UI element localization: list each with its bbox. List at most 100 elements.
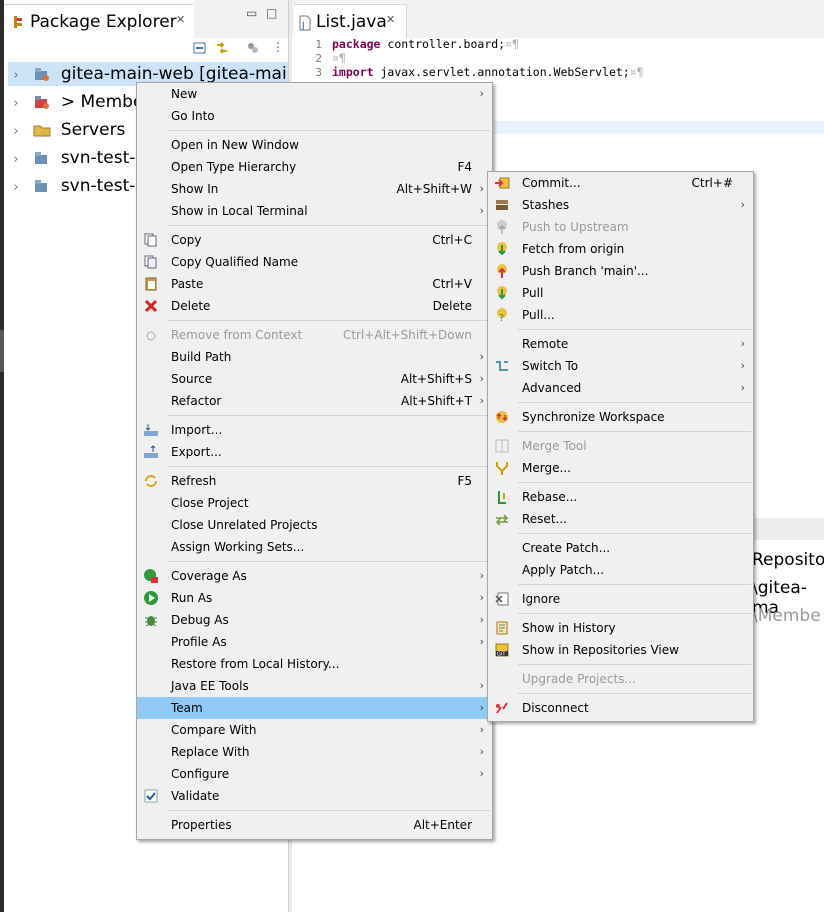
menu-item-validate[interactable]: Validate [137, 785, 492, 807]
tree-item-servers[interactable]: › Servers [8, 118, 125, 142]
maximize-icon[interactable]: □ [266, 6, 277, 20]
menu-item-rebase[interactable]: Rebase... [488, 486, 753, 508]
menu-item-refactor[interactable]: Refactor Alt+Shift+T › [137, 390, 492, 412]
menu-item-merge-tool[interactable]: Merge Tool [488, 435, 753, 457]
pull-dialog-icon: ? [497, 308, 507, 323]
chevron-right-icon[interactable]: › [8, 148, 24, 172]
menu-item-copy-qualified-name[interactable]: Copy Qualified Name [137, 251, 492, 273]
menu-label: Team [171, 701, 203, 715]
menu-item-fetch-origin[interactable]: Fetch from origin [488, 238, 753, 260]
menu-item-assign-working-sets[interactable]: Assign Working Sets... [137, 536, 492, 558]
menu-item-show-local-terminal[interactable]: Show in Local Terminal › [137, 200, 492, 222]
menu-item-pull-dialog[interactable]: ? Pull... [488, 304, 753, 326]
menu-item-create-patch[interactable]: Create Patch... [488, 537, 753, 559]
menu-item-configure[interactable]: Configure › [137, 763, 492, 785]
tree-item-svn-test-2[interactable]: › svn-test-w [8, 174, 149, 198]
menu-item-push-upstream[interactable]: Push to Upstream [488, 216, 753, 238]
menu-item-commit[interactable]: Commit... Ctrl+# [488, 172, 753, 194]
menu-item-restore-history[interactable]: Restore from Local History... [137, 653, 492, 675]
menu-label: Close Unrelated Projects [171, 518, 318, 532]
menu-accelerator: Ctrl+C [432, 233, 472, 247]
minimize-icon[interactable]: ▭ [246, 6, 257, 20]
menu-label: Synchronize Workspace [522, 410, 665, 424]
history-icon [496, 621, 508, 635]
menu-item-ignore[interactable]: Ignore [488, 588, 753, 610]
menu-item-advanced[interactable]: Advanced › [488, 377, 753, 399]
menu-label: Assign Working Sets... [171, 540, 305, 554]
chevron-right-icon: › [740, 381, 745, 394]
checkbox-checked-icon [144, 789, 158, 803]
context-menu: New › Go Into Open in New Window Open Typ… [136, 82, 493, 840]
menu-item-run-as[interactable]: Run As › [137, 587, 492, 609]
ignore-icon [495, 592, 509, 606]
tree-item-member[interactable]: › > Membe [8, 90, 143, 114]
menu-label: Advanced [522, 381, 582, 395]
menu-item-coverage-as[interactable]: Coverage As › [137, 565, 492, 587]
collapse-all-icon[interactable] [193, 42, 207, 54]
fetch-icon [497, 242, 507, 256]
menu-item-copy[interactable]: Copy Ctrl+C [137, 229, 492, 251]
menu-item-compare-with[interactable]: Compare With › [137, 719, 492, 741]
menu-item-show-history[interactable]: Show in History [488, 617, 753, 639]
menu-label: Show In [171, 182, 219, 196]
tree-item-svn-test-1[interactable]: › svn-test-w [8, 146, 149, 170]
menu-item-reset[interactable]: Reset... [488, 508, 753, 530]
close-icon[interactable]: ✕ [386, 13, 395, 26]
menu-item-close-unrelated[interactable]: Close Unrelated Projects [137, 514, 492, 536]
chevron-right-icon[interactable]: › [8, 92, 24, 116]
chevron-right-icon: › [740, 359, 745, 372]
menu-label: Open in New Window [171, 138, 299, 152]
chevron-right-icon: › [740, 198, 745, 211]
menu-item-synchronize[interactable]: Synchronize Workspace [488, 406, 753, 428]
menu-label: Copy Qualified Name [171, 255, 299, 269]
menu-label: Source [171, 372, 213, 386]
chevron-right-icon: › [479, 745, 484, 758]
chevron-right-icon: › [479, 701, 484, 714]
menu-item-build-path[interactable]: Build Path › [137, 346, 492, 368]
chevron-right-icon[interactable]: › [8, 120, 24, 144]
menu-label: Commit... [522, 176, 581, 190]
menu-item-replace-with[interactable]: Replace With › [137, 741, 492, 763]
menu-item-remote[interactable]: Remote › [488, 333, 753, 355]
menu-accelerator: Alt+Shift+W [396, 182, 473, 196]
menu-item-upgrade-projects[interactable]: Upgrade Projects... [488, 668, 753, 690]
copy-icon [144, 233, 157, 247]
chevron-right-icon[interactable]: › [8, 176, 24, 200]
close-icon[interactable]: ✕ [176, 13, 185, 26]
tab-list-java[interactable]: J List.java ✕ [294, 4, 407, 39]
menu-item-team[interactable]: Team › [137, 697, 492, 719]
menu-item-debug-as[interactable]: Debug As › [137, 609, 492, 631]
menu-item-open-new-window[interactable]: Open in New Window [137, 134, 492, 156]
menu-item-show-in[interactable]: Show In Alt+Shift+W › [137, 178, 492, 200]
menu-label: Stashes [522, 198, 570, 212]
chevron-right-icon: › [479, 350, 484, 363]
menu-item-pull[interactable]: Pull [488, 282, 753, 304]
menu-item-close-project[interactable]: Close Project [137, 492, 492, 514]
menu-item-java-ee-tools[interactable]: Java EE Tools › [137, 675, 492, 697]
filters-icon[interactable] [246, 41, 260, 55]
menu-item-show-repositories[interactable]: GIT Show in Repositories View [488, 639, 753, 661]
menu-item-export[interactable]: Export... [137, 441, 492, 463]
export-icon [144, 445, 158, 458]
menu-item-import[interactable]: Import... [137, 419, 492, 441]
menu-item-push-branch[interactable]: Push Branch 'main'... [488, 260, 753, 282]
menu-item-new[interactable]: New › [137, 83, 492, 105]
menu-item-open-type-hierarchy[interactable]: Open Type Hierarchy F4 [137, 156, 492, 178]
menu-item-merge[interactable]: Merge... [488, 457, 753, 479]
menu-item-properties[interactable]: Properties Alt+Enter [137, 814, 492, 836]
menu-item-go-into[interactable]: Go Into [137, 105, 492, 127]
menu-item-disconnect[interactable]: Disconnect [488, 697, 753, 719]
menu-item-remove-from-context[interactable]: Remove from Context Ctrl+Alt+Shift+Down [137, 324, 492, 346]
menu-item-source[interactable]: Source Alt+Shift+S › [137, 368, 492, 390]
menu-item-refresh[interactable]: Refresh F5 [137, 470, 492, 492]
menu-item-apply-patch[interactable]: Apply Patch... [488, 559, 753, 581]
menu-item-delete[interactable]: Delete Delete [137, 295, 492, 317]
view-menu-icon[interactable]: ⋮ [272, 40, 284, 54]
link-with-editor-icon[interactable] [214, 40, 230, 56]
menu-item-paste[interactable]: Paste Ctrl+V [137, 273, 492, 295]
tab-package-explorer[interactable]: Package Explorer ✕ [4, 4, 194, 39]
menu-item-switch-to[interactable]: Switch To › [488, 355, 753, 377]
menu-item-profile-as[interactable]: Profile As › [137, 631, 492, 653]
menu-item-stashes[interactable]: Stashes › [488, 194, 753, 216]
chevron-right-icon[interactable]: › [8, 64, 24, 88]
